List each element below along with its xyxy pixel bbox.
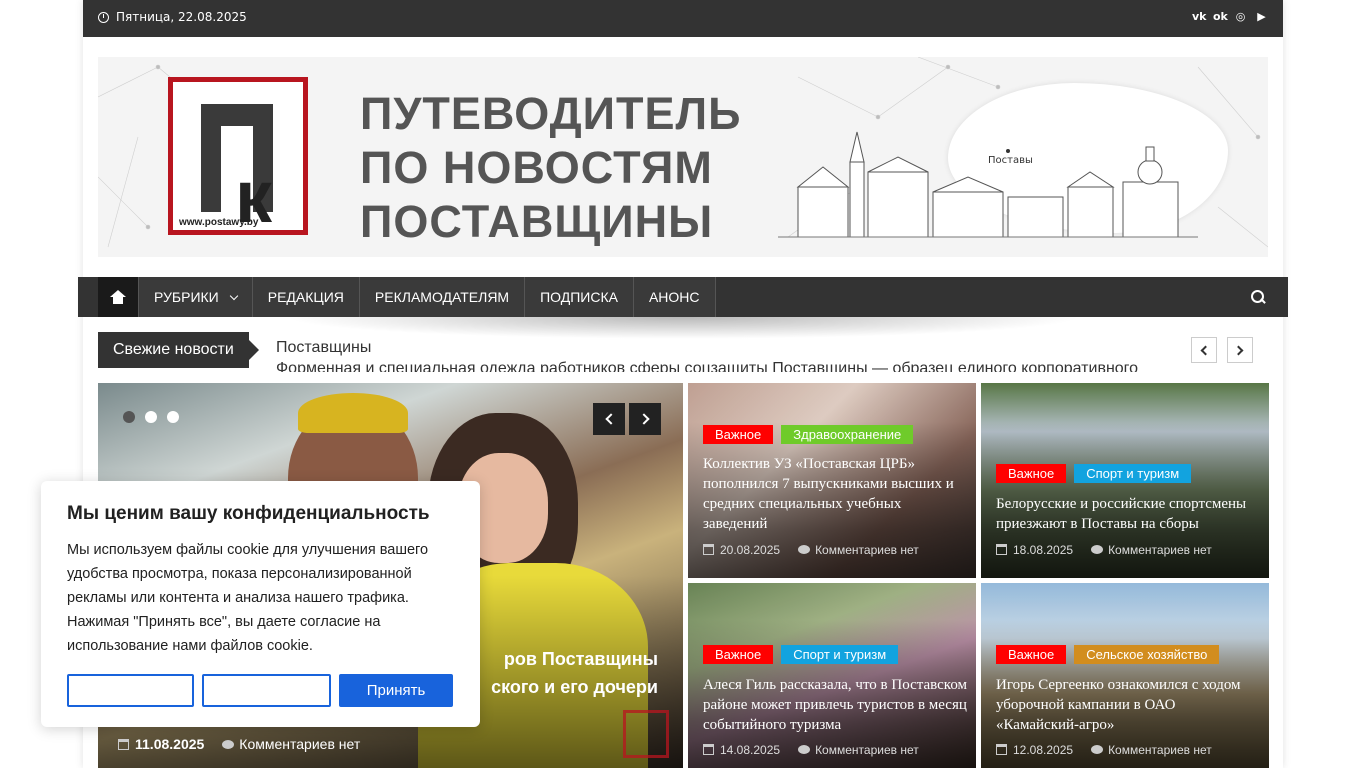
arrow-left-icon (1200, 345, 1211, 355)
cookie-consent-dialog: Мы ценим вашу конфиденциальность Мы испо… (41, 481, 480, 727)
comment-icon (1091, 545, 1104, 554)
comment-icon (1091, 745, 1104, 754)
tag-important[interactable]: Важное (703, 425, 774, 444)
ticker-label: Свежие новости (98, 332, 259, 368)
odnoklassniki-icon[interactable]: ok (1213, 10, 1228, 23)
current-date: Пятница, 22.08.2025 (98, 10, 247, 24)
ticker-text[interactable]: Поставщины Форменная и специальная одежд… (276, 337, 1196, 372)
nav-editorial[interactable]: РЕДАКЦИЯ (252, 277, 360, 317)
comment-icon (222, 740, 235, 749)
card-meta: 12.08.2025 Комментариев нет (996, 743, 1212, 757)
comment-icon (798, 745, 811, 754)
logo-url: www.postawy.by (179, 217, 259, 228)
tag-sport[interactable]: Спорт и туризм (1074, 464, 1192, 483)
calendar-icon (703, 744, 714, 755)
watermark-logo (623, 710, 669, 758)
card-tags: Важное Спорт и туризм (996, 464, 1192, 483)
card-meta: 20.08.2025 Комментариев нет (703, 543, 919, 557)
card-comments[interactable]: Комментариев нет (1091, 743, 1212, 757)
calendar-icon (996, 744, 1007, 755)
slider-dot[interactable] (123, 411, 135, 423)
social-links: vk ok ◎ ▶ (1192, 10, 1268, 23)
nav-rubrics[interactable]: РУБРИКИ (139, 277, 253, 317)
accept-button[interactable]: Принять (339, 674, 453, 707)
card-title[interactable]: Коллектив УЗ «Поставская ЦРБ» пополнился… (703, 454, 968, 534)
calendar-icon (118, 739, 129, 750)
cookie-title: Мы ценим вашу конфиденциальность (67, 503, 430, 524)
slide-meta: 11.08.2025 Комментариев нет (118, 736, 360, 752)
youtube-icon[interactable]: ▶ (1255, 10, 1268, 23)
ticker-next-button[interactable] (1227, 337, 1253, 363)
news-card[interactable]: Важное Спорт и туризм Алеся Гиль рассказ… (688, 583, 976, 768)
tag-sport[interactable]: Спорт и туризм (781, 645, 899, 664)
instagram-icon[interactable]: ◎ (1234, 10, 1247, 23)
calendar-icon (703, 544, 714, 555)
home-icon (110, 290, 126, 304)
slider-dot[interactable] (145, 411, 157, 423)
card-title[interactable]: Алеся Гиль рассказала, что в Поставском … (703, 675, 968, 735)
clock-icon (98, 11, 109, 23)
card-title[interactable]: Белорусские и российские спортсмены прие… (996, 494, 1261, 534)
top-bar: Пятница, 22.08.2025 vk ok ◎ ▶ (83, 0, 1283, 37)
slide-comments[interactable]: Комментариев нет (222, 736, 360, 752)
slider-prev-button[interactable] (593, 403, 625, 435)
site-logo[interactable]: к www.postawy.by (168, 77, 308, 235)
main-navigation: РУБРИКИ РЕДАКЦИЯ РЕКЛАМОДАТЕЛЯМ ПОДПИСКА… (78, 277, 1288, 317)
nav-advertisers[interactable]: РЕКЛАМОДАТЕЛЯМ (359, 277, 526, 317)
vk-icon[interactable]: vk (1192, 10, 1207, 23)
tag-important[interactable]: Важное (996, 464, 1067, 483)
card-tags: Важное Здравоохранение (703, 425, 914, 444)
comment-icon (798, 545, 811, 554)
slider-next-button[interactable] (629, 403, 661, 435)
chevron-down-icon (229, 291, 238, 300)
tag-important[interactable]: Важное (996, 645, 1067, 664)
arrow-right-icon (1233, 345, 1244, 355)
nav-home[interactable] (98, 277, 139, 317)
slider-dot[interactable] (167, 411, 179, 423)
nav-shadow (283, 317, 1083, 339)
tag-agriculture[interactable]: Сельское хозяйство (1074, 645, 1220, 664)
slider-dots (123, 411, 179, 423)
nav-announce[interactable]: АНОНС (633, 277, 716, 317)
card-comments[interactable]: Комментариев нет (798, 543, 919, 557)
tag-important[interactable]: Важное (703, 645, 774, 664)
card-comments[interactable]: Комментариев нет (798, 743, 919, 757)
card-title[interactable]: Игорь Сергеенко ознакомился с ходом убор… (996, 675, 1261, 735)
card-meta: 14.08.2025 Комментариев нет (703, 743, 919, 757)
banner-title: ПУТЕВОДИТЕЛЬ ПО НОВОСТЯМ ПОСТАВЩИНЫ (360, 88, 742, 247)
chevron-right-icon (637, 413, 650, 425)
customize-button[interactable] (67, 674, 194, 707)
cookie-text: Мы используем файлы cookie для улучшения… (67, 542, 429, 654)
news-card[interactable]: Важное Спорт и туризм Белорусские и росс… (981, 383, 1269, 578)
town-sketch (778, 131, 1198, 238)
calendar-icon (996, 544, 1007, 555)
header-banner[interactable]: к www.postawy.by ПУТЕВОДИТЕЛЬ ПО НОВОСТЯ… (98, 57, 1268, 257)
tag-health[interactable]: Здравоохранение (781, 425, 914, 444)
search-icon[interactable] (1251, 290, 1265, 304)
card-tags: Важное Сельское хозяйство (996, 645, 1220, 664)
news-card[interactable]: Важное Сельское хозяйство Игорь Сергеенк… (981, 583, 1269, 768)
date-text: Пятница, 22.08.2025 (116, 10, 247, 24)
card-meta: 18.08.2025 Комментариев нет (996, 543, 1212, 557)
ticker-prev-button[interactable] (1191, 337, 1217, 363)
chevron-left-icon (604, 413, 617, 425)
card-comments[interactable]: Комментариев нет (1091, 543, 1212, 557)
reject-button[interactable] (202, 674, 331, 707)
card-tags: Важное Спорт и туризм (703, 645, 899, 664)
nav-subscription[interactable]: ПОДПИСКА (525, 277, 634, 317)
news-card[interactable]: Важное Здравоохранение Коллектив УЗ «Пос… (688, 383, 976, 578)
slide-date: 11.08.2025 (135, 736, 205, 752)
